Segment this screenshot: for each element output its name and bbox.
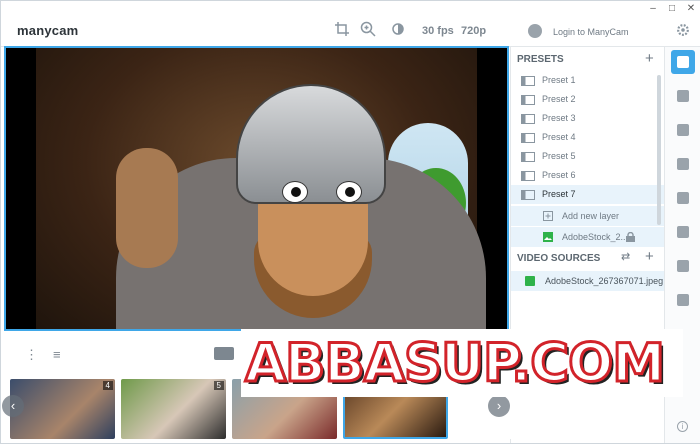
user-icon[interactable] bbox=[528, 24, 542, 38]
stack-tab-icon[interactable] bbox=[671, 288, 695, 312]
video-source-item[interactable]: AdobeStock_267367071.jpeg bbox=[511, 271, 664, 291]
presets-title: PRESETS bbox=[517, 54, 564, 65]
preset-item[interactable]: Preset 3 bbox=[511, 109, 664, 128]
source-thumbnail[interactable]: 5 bbox=[121, 379, 226, 439]
camera-image bbox=[36, 48, 486, 329]
preset-item[interactable]: Preset 6 bbox=[511, 166, 664, 185]
history-tab-icon[interactable] bbox=[671, 152, 695, 176]
scroll-right-button[interactable]: › bbox=[488, 395, 510, 417]
login-link[interactable]: Login to ManyCam bbox=[553, 27, 629, 37]
preset-item[interactable]: Preset 1 bbox=[511, 71, 664, 90]
fps-setting[interactable]: 30 fps bbox=[422, 25, 454, 37]
add-layer-button[interactable]: Add new layer bbox=[511, 206, 664, 226]
app-logo: manycam bbox=[17, 23, 79, 38]
layout-icon bbox=[521, 133, 535, 143]
manycam-window: manycam 30 fps 720p Login to ManyCam – □… bbox=[0, 0, 700, 444]
add-preset-button[interactable]: + bbox=[645, 50, 654, 67]
preset-item-active[interactable]: Preset 7 bbox=[511, 185, 664, 204]
watermark: ABBASUP.COM bbox=[241, 329, 683, 397]
layer-item[interactable]: AdobeStock_2... bbox=[511, 227, 664, 247]
add-source-button[interactable]: + bbox=[645, 248, 654, 265]
top-bar: manycam 30 fps 720p Login to ManyCam – □… bbox=[1, 1, 700, 47]
image-icon bbox=[525, 276, 535, 286]
preset-item[interactable]: Preset 5 bbox=[511, 147, 664, 166]
presets-scrollbar[interactable] bbox=[657, 75, 661, 225]
lock-icon[interactable] bbox=[626, 232, 635, 242]
plus-square-icon bbox=[543, 211, 553, 221]
presets-tab-icon[interactable] bbox=[671, 50, 695, 74]
layout-icon bbox=[521, 76, 535, 86]
layout-icon bbox=[521, 114, 535, 124]
scroll-left-button[interactable]: ‹ bbox=[2, 395, 24, 417]
crop-icon[interactable] bbox=[334, 21, 350, 37]
video-preview[interactable] bbox=[4, 46, 509, 331]
brightness-icon[interactable] bbox=[390, 21, 406, 37]
info-icon[interactable]: i bbox=[677, 421, 688, 432]
preset-item[interactable]: Preset 2 bbox=[511, 90, 664, 109]
maximize-button[interactable]: □ bbox=[665, 3, 679, 15]
layout-icon bbox=[521, 190, 535, 200]
audio-tab-icon[interactable] bbox=[671, 84, 695, 108]
zoom-icon[interactable] bbox=[360, 21, 376, 37]
layers-tab-icon[interactable] bbox=[671, 254, 695, 278]
switch-icon[interactable]: ⇄ bbox=[621, 250, 630, 263]
image-icon bbox=[543, 232, 553, 242]
preset-item[interactable]: Preset 4 bbox=[511, 128, 664, 147]
keyboard-tab-icon[interactable] bbox=[671, 186, 695, 210]
picture-tab-icon[interactable] bbox=[671, 220, 695, 244]
camera-icon[interactable] bbox=[214, 347, 234, 360]
layout-icon bbox=[521, 171, 535, 181]
source-thumbnail[interactable]: 4 bbox=[10, 379, 115, 439]
layout-icon bbox=[521, 152, 535, 162]
knight-helmet-mask bbox=[236, 84, 386, 204]
playlist-icon[interactable]: ≡ bbox=[53, 347, 61, 362]
video-sources-title: VIDEO SOURCES bbox=[517, 253, 601, 264]
resolution-setting[interactable]: 720p bbox=[461, 25, 486, 37]
effects-tab-icon[interactable] bbox=[671, 118, 695, 142]
more-options-icon[interactable]: ⋮ bbox=[25, 347, 38, 363]
gear-icon[interactable] bbox=[676, 23, 690, 37]
close-button[interactable]: ✕ bbox=[684, 3, 698, 15]
layout-icon bbox=[521, 95, 535, 105]
minimize-button[interactable]: – bbox=[646, 3, 660, 15]
